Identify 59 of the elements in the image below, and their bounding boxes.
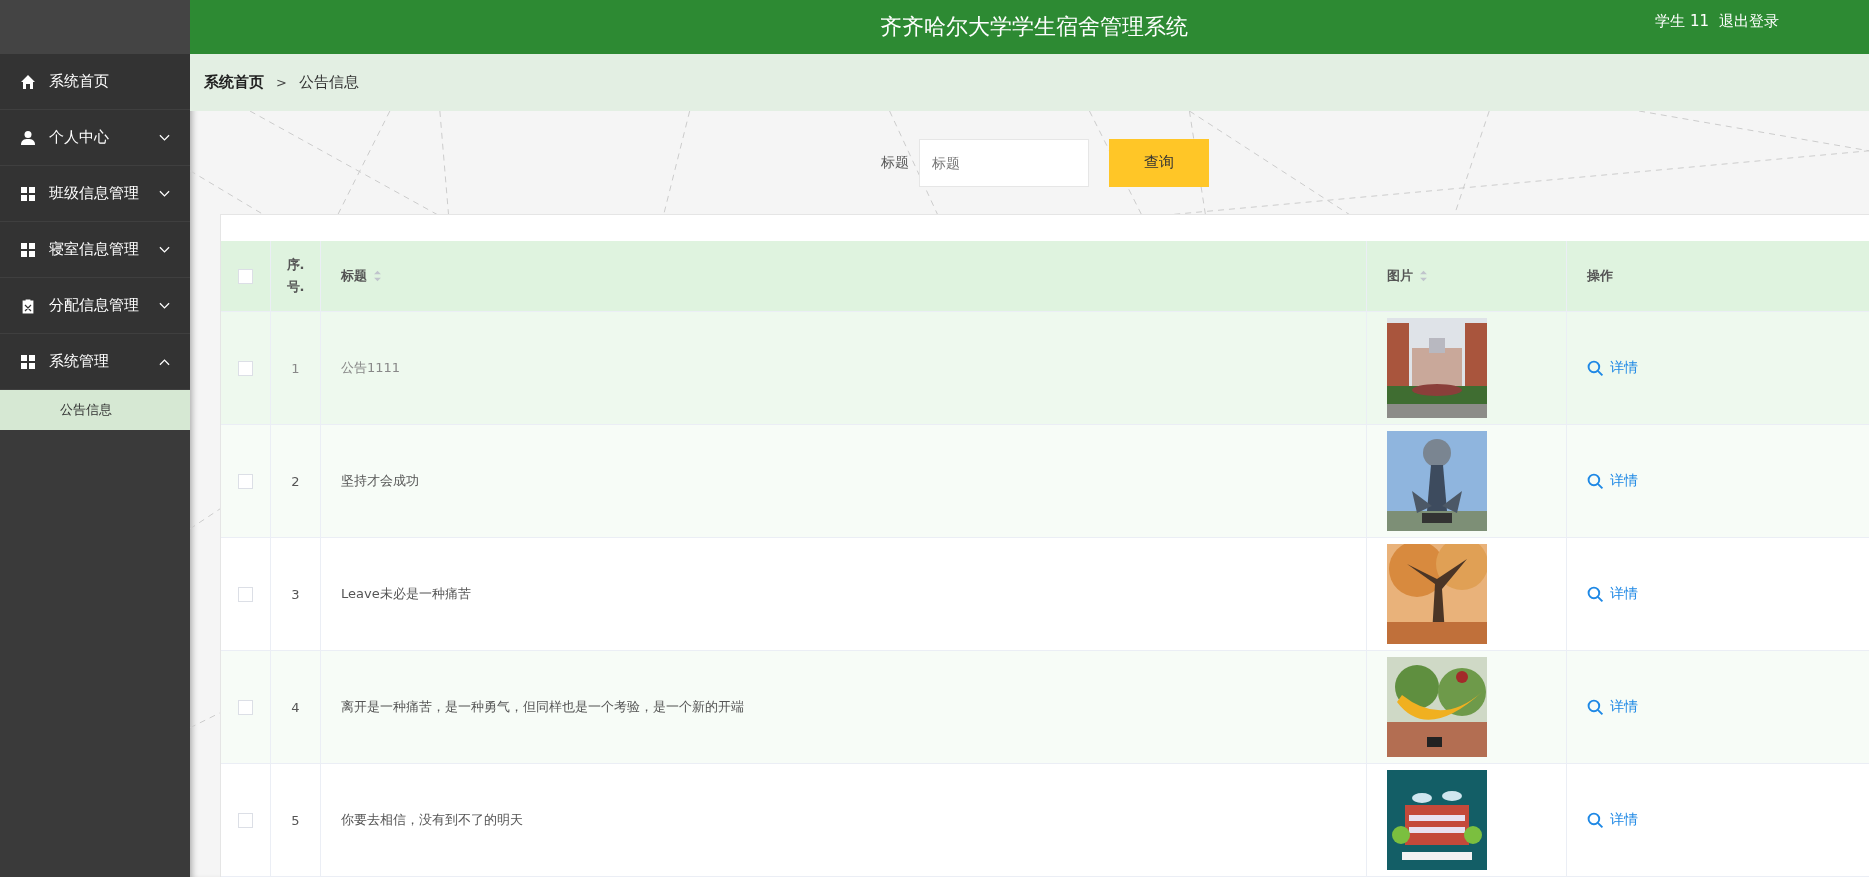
- home-icon: [20, 73, 36, 90]
- search-label: 标题: [880, 153, 909, 172]
- table-cell: 2: [291, 473, 300, 489]
- column-header: 图片: [1387, 267, 1413, 285]
- table-cell: 坚持才会成功: [341, 472, 419, 490]
- checkbox[interactable]: [238, 699, 253, 715]
- menu-item[interactable]: 分配信息管理: [0, 278, 190, 334]
- menu-item[interactable]: 寝室信息管理: [0, 222, 190, 278]
- search-icon: [1587, 698, 1604, 716]
- sort-icon[interactable]: [1419, 270, 1428, 282]
- column-header: 操作: [1587, 267, 1613, 285]
- grid-icon: [20, 353, 36, 370]
- detail-link[interactable]: 详情: [1587, 698, 1638, 716]
- checkbox[interactable]: [238, 360, 253, 376]
- breadcrumb-separator: >: [276, 74, 287, 90]
- table-cell: 公告1111: [341, 359, 401, 377]
- table-row[interactable]: 5 你要去相信，没有到不了的明天 详情: [221, 764, 1869, 877]
- checkbox[interactable]: [238, 586, 253, 602]
- table-cell: 3: [291, 586, 300, 602]
- checkbox[interactable]: [238, 473, 253, 489]
- detail-link[interactable]: 详情: [1587, 585, 1638, 603]
- search-icon: [1587, 359, 1604, 377]
- grid-icon: [20, 241, 36, 258]
- clipboard-icon: [20, 297, 36, 314]
- table-cell: 离开是一种痛苦，是一种勇气，但同样也是一个考验，是一个新的开端: [341, 698, 744, 716]
- table-row[interactable]: 1 公告1111 详情: [221, 312, 1869, 425]
- search-icon: [1587, 585, 1604, 603]
- column-header: 标题: [341, 267, 367, 285]
- table-cell: 4: [291, 699, 300, 715]
- user-name: 学生 11: [1655, 12, 1709, 31]
- submenu-item[interactable]: 公告信息: [0, 390, 190, 430]
- sort-icon[interactable]: [373, 270, 382, 282]
- detail-link[interactable]: 详情: [1587, 472, 1638, 490]
- checkbox[interactable]: [238, 812, 253, 828]
- table-row[interactable]: 4 离开是一种痛苦，是一种勇气，但同样也是一个考验，是一个新的开端 详情: [221, 651, 1869, 764]
- menu-item[interactable]: 班级信息管理: [0, 166, 190, 222]
- table-row[interactable]: 3 Leave未必是一种痛苦 详情: [221, 538, 1869, 651]
- column-header: 序.号.: [285, 255, 306, 296]
- search-icon: [1587, 811, 1604, 829]
- search-field[interactable]: 标题: [918, 138, 1089, 187]
- table-row[interactable]: 2 坚持才会成功 详情: [221, 425, 1869, 538]
- detail-link[interactable]: 详情: [1587, 359, 1638, 377]
- table-cell: 你要去相信，没有到不了的明天: [341, 811, 523, 829]
- logout-link[interactable]: 退出登录: [1719, 12, 1779, 31]
- menu-item[interactable]: 个人中心: [0, 110, 190, 166]
- breadcrumb-current: 公告信息: [298, 72, 359, 92]
- menu-item[interactable]: 系统首页: [0, 54, 190, 110]
- checkbox[interactable]: [238, 268, 253, 284]
- search-icon: [1587, 472, 1604, 490]
- grid-icon: [20, 185, 36, 202]
- search-button[interactable]: 查询: [1108, 138, 1209, 187]
- detail-link[interactable]: 详情: [1587, 811, 1638, 829]
- menu-item[interactable]: 系统管理: [0, 334, 190, 390]
- table-cell: Leave未必是一种痛苦: [341, 585, 471, 603]
- breadcrumb-link[interactable]: 系统首页: [204, 72, 264, 92]
- table-cell: 5: [291, 812, 300, 828]
- user-icon: [20, 129, 36, 146]
- table-cell: 1: [291, 360, 300, 376]
- system-title: 齐齐哈尔大学学生宿舍管理系统: [880, 12, 1188, 41]
